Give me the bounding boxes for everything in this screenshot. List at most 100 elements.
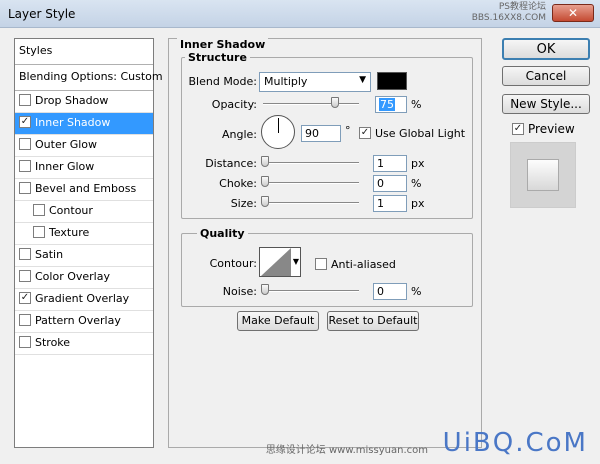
styles-header[interactable]: Styles: [15, 39, 153, 65]
use-global-light-checkbox[interactable]: ✓ Use Global Light: [359, 127, 465, 140]
style-item[interactable]: Satin: [15, 245, 153, 267]
style-item-label: Outer Glow: [35, 138, 98, 151]
style-item-checkbox[interactable]: [19, 336, 31, 348]
watermark-bottom: UiBQ.CoM: [443, 428, 588, 458]
angle-input[interactable]: 90: [301, 125, 341, 142]
size-slider-track[interactable]: [263, 202, 359, 204]
structure-title: Structure: [185, 51, 250, 64]
noise-slider-track[interactable]: [263, 290, 359, 292]
style-item-label: Color Overlay: [35, 270, 110, 283]
opacity-slider-track[interactable]: [263, 103, 359, 105]
style-item[interactable]: Texture: [15, 223, 153, 245]
angle-label: Angle:: [221, 128, 257, 141]
style-item[interactable]: ✓ Inner Shadow: [15, 113, 153, 135]
style-item-label: Contour: [49, 204, 93, 217]
use-global-light-box[interactable]: ✓: [359, 127, 371, 139]
style-item-checkbox[interactable]: [19, 270, 31, 282]
opacity-unit: %: [411, 98, 422, 111]
make-default-button[interactable]: Make Default: [237, 311, 319, 331]
watermark-top: PS教程论坛 BBS.16XX8.COM: [472, 2, 546, 24]
style-item[interactable]: Pattern Overlay: [15, 311, 153, 333]
angle-dial-needle: [278, 118, 279, 133]
contour-picker[interactable]: ▼: [259, 247, 301, 277]
size-label: Size:: [230, 197, 257, 210]
noise-input[interactable]: 0: [373, 283, 407, 300]
style-item-label: Inner Glow: [35, 160, 95, 173]
style-item-checkbox[interactable]: [19, 94, 31, 106]
opacity-slider-thumb[interactable]: [331, 97, 339, 108]
blend-mode-value: Multiply: [264, 75, 308, 88]
style-item[interactable]: Stroke: [15, 333, 153, 355]
blending-options-item[interactable]: Blending Options: Custom: [15, 65, 163, 91]
angle-unit: °: [345, 124, 351, 137]
close-icon: ✕: [567, 6, 579, 20]
opacity-label: Opacity:: [211, 98, 257, 111]
style-item[interactable]: Contour: [15, 201, 153, 223]
blend-mode-label: Blend Mode:: [188, 75, 258, 88]
preview-box[interactable]: ✓: [512, 122, 524, 135]
size-unit: px: [411, 197, 425, 210]
size-value: 1: [377, 197, 384, 210]
chevron-down-icon: ▼: [359, 75, 366, 85]
style-item-checkbox[interactable]: [33, 204, 45, 216]
choke-slider-thumb[interactable]: [261, 176, 269, 187]
choke-value: 0: [377, 177, 384, 190]
distance-unit: px: [411, 157, 425, 170]
window-title: Layer Style: [8, 7, 76, 21]
style-item-label: Stroke: [35, 336, 71, 349]
title-bar: Layer Style PS教程论坛 BBS.16XX8.COM ✕: [0, 0, 600, 28]
angle-dial[interactable]: [261, 115, 295, 149]
style-item[interactable]: Bevel and Emboss: [15, 179, 153, 201]
noise-label: Noise:: [222, 285, 257, 298]
choke-input[interactable]: 0: [373, 175, 407, 192]
noise-slider-thumb[interactable]: [261, 284, 269, 295]
distance-input[interactable]: 1: [373, 155, 407, 172]
preview-checkbox[interactable]: ✓ Preview: [512, 122, 575, 136]
style-item-checkbox[interactable]: ✓: [19, 116, 31, 128]
styles-list: Styles Blending Options: Custom Drop Sha…: [14, 38, 163, 448]
watermark-top-line1: PS教程论坛: [498, 2, 546, 12]
new-style-button[interactable]: New Style...: [502, 94, 590, 114]
style-item-checkbox[interactable]: [19, 314, 31, 326]
preview-swatch: [527, 159, 559, 191]
style-item[interactable]: ✓ Gradient Overlay: [15, 289, 153, 311]
style-item-checkbox[interactable]: ✓: [19, 292, 31, 304]
anti-aliased-box[interactable]: [315, 258, 327, 270]
opacity-input[interactable]: 75: [375, 96, 407, 113]
use-global-light-label: Use Global Light: [375, 127, 466, 140]
style-item-label: Drop Shadow: [35, 94, 109, 107]
angle-value: 90: [305, 127, 319, 140]
inner-shadow-title: Inner Shadow: [177, 38, 269, 51]
size-slider-thumb[interactable]: [261, 196, 269, 207]
contour-preview-icon: [261, 248, 291, 276]
opacity-value: 75: [379, 98, 395, 111]
style-item-checkbox[interactable]: [19, 182, 31, 194]
cancel-button[interactable]: Cancel: [502, 66, 590, 86]
size-input[interactable]: 1: [373, 195, 407, 212]
inner-shadow-panel: Inner Shadow Structure Blend Mode: Multi…: [168, 38, 482, 448]
style-item-checkbox[interactable]: [19, 160, 31, 172]
watermark-main: UiBQ.CoM: [442, 428, 588, 458]
style-item[interactable]: Inner Glow: [15, 157, 153, 179]
style-item-label: Inner Shadow: [35, 116, 111, 129]
close-button[interactable]: ✕: [552, 4, 594, 22]
reset-default-button[interactable]: Reset to Default: [327, 311, 419, 331]
style-item-checkbox[interactable]: [19, 138, 31, 150]
style-item-checkbox[interactable]: [19, 248, 31, 260]
distance-value: 1: [377, 157, 384, 170]
distance-slider-thumb[interactable]: [261, 156, 269, 167]
anti-aliased-label: Anti-aliased: [331, 258, 396, 271]
ok-button[interactable]: OK: [502, 38, 590, 60]
style-item[interactable]: Drop Shadow: [15, 91, 153, 113]
choke-slider-track[interactable]: [263, 182, 359, 184]
anti-aliased-checkbox[interactable]: Anti-aliased: [315, 258, 396, 271]
shadow-color-swatch[interactable]: [377, 72, 407, 90]
style-item[interactable]: Color Overlay: [15, 267, 153, 289]
style-item-checkbox[interactable]: [33, 226, 45, 238]
style-items: Drop Shadow ✓ Inner Shadow Outer Glow Inner …: [15, 91, 153, 355]
distance-slider-track[interactable]: [263, 162, 359, 164]
watermark-sub: 思缘设计论坛 www.missyuan.com: [265, 445, 428, 456]
style-item[interactable]: Outer Glow: [15, 135, 153, 157]
blend-mode-select[interactable]: Multiply ▼: [259, 72, 371, 92]
choke-unit: %: [411, 177, 422, 190]
